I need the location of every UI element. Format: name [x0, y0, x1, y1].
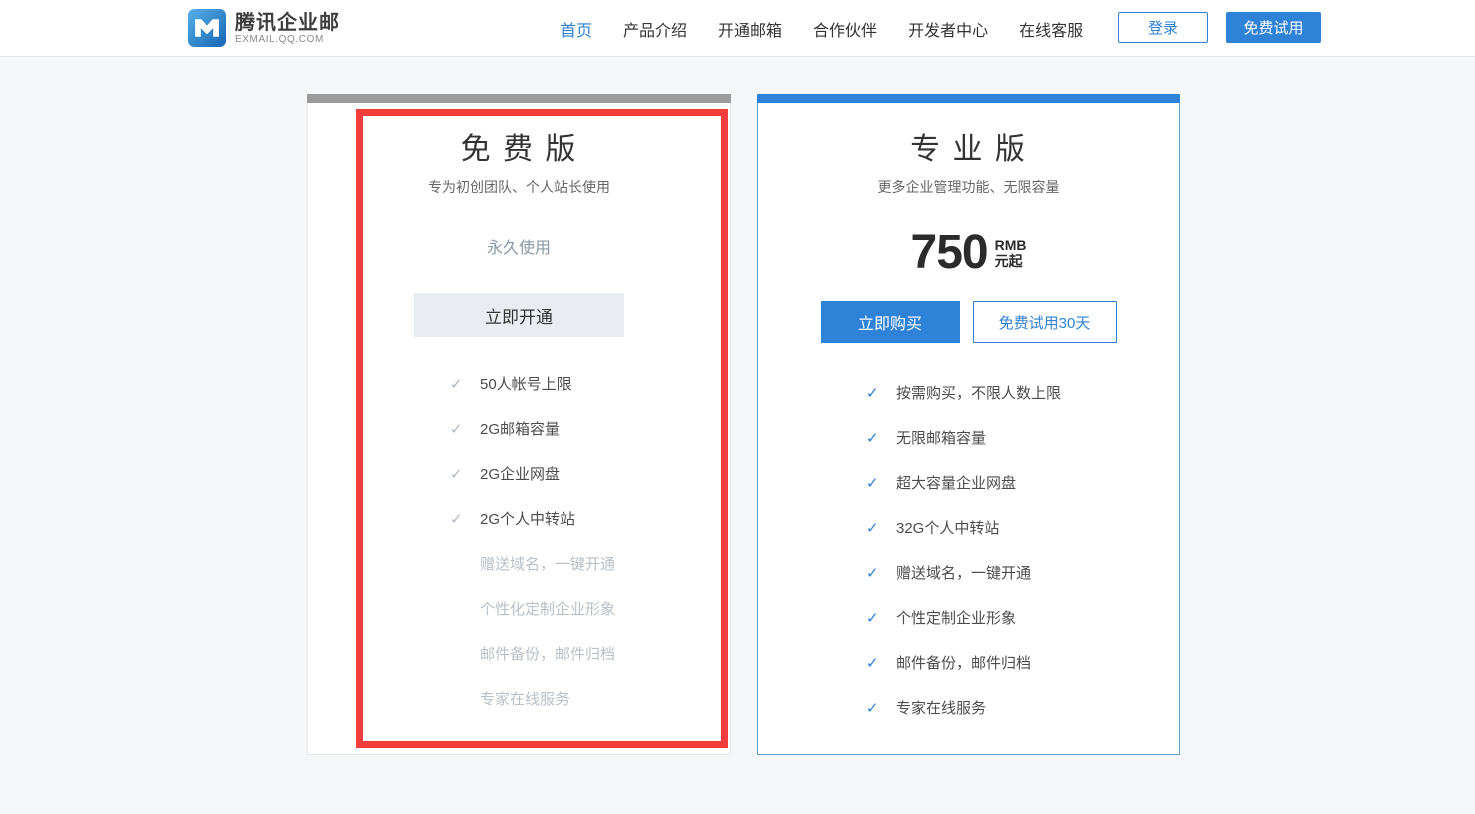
check-icon: ✓	[866, 609, 883, 627]
feature-item-disabled: 邮件备份，邮件归档	[450, 631, 730, 676]
feature-label: 邮件备份，邮件归档	[480, 643, 615, 664]
nav-item[interactable]: 在线客服	[1019, 17, 1083, 41]
pro-plan-title: 专 业 版	[758, 103, 1179, 169]
feature-label: 赠送域名，一键开通	[896, 562, 1031, 583]
feature-item: ✓ 超大容量企业网盘	[866, 460, 1179, 505]
feature-item-disabled: 专家在线服务	[450, 676, 730, 721]
feature-item: ✓ 邮件备份，邮件归档	[866, 640, 1179, 685]
feature-item: ✓ 专家在线服务	[866, 685, 1179, 730]
feature-label: 邮件备份，邮件归档	[896, 652, 1031, 673]
buy-now-button[interactable]: 立即购买	[821, 301, 960, 343]
check-icon: ✓	[866, 654, 883, 672]
check-icon: ✓	[450, 510, 467, 528]
logo-title: 腾讯企业邮	[235, 12, 340, 34]
trial-30days-button[interactable]: 免费试用30天	[973, 301, 1117, 343]
nav-item[interactable]: 合作伙伴	[813, 17, 877, 41]
main-nav: 首页 产品介绍 开通邮箱 合作伙伴 开发者中心 在线客服	[560, 0, 1083, 57]
check-icon: ✓	[866, 384, 883, 402]
free-plan-body: 免 费 版 专为初创团队、个人站长使用 永久使用 立即开通 ✓ 50人帐号上限 …	[307, 103, 731, 755]
price-units: RMB 元起	[995, 237, 1027, 269]
check-icon: ✓	[450, 420, 467, 438]
free-plan-activate-button[interactable]: 立即开通	[414, 293, 624, 337]
feature-label: 按需购买，不限人数上限	[896, 382, 1061, 403]
free-plan-subtitle: 专为初创团队、个人站长使用	[308, 177, 730, 197]
free-plan-top-bar	[307, 94, 731, 103]
feature-label: 2G邮箱容量	[480, 418, 560, 439]
feature-label: 无限邮箱容量	[896, 427, 986, 448]
feature-label: 专家在线服务	[480, 688, 570, 709]
feature-label: 专家在线服务	[896, 697, 986, 718]
feature-item: ✓ 2G个人中转站	[450, 496, 730, 541]
feature-item: ✓ 无限邮箱容量	[866, 415, 1179, 460]
feature-item-disabled: 赠送域名，一键开通	[450, 541, 730, 586]
feature-item: ✓ 50人帐号上限	[450, 361, 730, 406]
feature-label: 2G个人中转站	[480, 508, 575, 529]
logo-subtitle: EXMAIL.QQ.COM	[235, 34, 340, 45]
pro-plan-buttons: 立即购买 免费试用30天	[758, 301, 1179, 343]
login-button[interactable]: 登录	[1118, 12, 1208, 43]
top-header: 腾讯企业邮 EXMAIL.QQ.COM 首页 产品介绍 开通邮箱 合作伙伴 开发者中心 在…	[0, 0, 1475, 57]
pro-plan-subtitle: 更多企业管理功能、无限容量	[758, 177, 1179, 197]
nav-item[interactable]: 开发者中心	[908, 17, 988, 41]
price-value: 750	[911, 227, 988, 279]
nav-item[interactable]: 首页	[560, 17, 592, 41]
feature-label: 个性化定制企业形象	[480, 598, 615, 619]
feature-item: ✓ 32G个人中转站	[866, 505, 1179, 550]
pro-plan-card: 专 业 版 更多企业管理功能、无限容量 750 RMB 元起 立即购买 免费试用…	[757, 94, 1180, 755]
price-currency: RMB	[995, 237, 1027, 253]
feature-item: ✓ 个性定制企业形象	[866, 595, 1179, 640]
feature-item: ✓ 2G企业网盘	[450, 451, 730, 496]
header-actions: 登录 免费试用	[1118, 12, 1321, 43]
feature-label: 赠送域名，一键开通	[480, 553, 615, 574]
free-plan-title: 免 费 版	[308, 103, 730, 169]
nav-item[interactable]: 产品介绍	[623, 17, 687, 41]
check-icon: ✓	[450, 465, 467, 483]
price-unit: 元起	[995, 253, 1027, 269]
check-icon: ✓	[450, 375, 467, 393]
pricing-section: 免 费 版 专为初创团队、个人站长使用 永久使用 立即开通 ✓ 50人帐号上限 …	[0, 57, 1475, 814]
check-icon: ✓	[866, 564, 883, 582]
pro-plan-price: 750 RMB 元起	[758, 227, 1179, 279]
free-plan-excluded-features: 赠送域名，一键开通 个性化定制企业形象 邮件备份，邮件归档 专家在线服务	[450, 541, 730, 721]
feature-item: ✓ 2G邮箱容量	[450, 406, 730, 451]
exmail-logo-icon	[188, 9, 226, 47]
free-plan-price-label: 永久使用	[308, 234, 730, 258]
check-icon: ✓	[866, 474, 883, 492]
feature-label: 超大容量企业网盘	[896, 472, 1016, 493]
check-icon: ✓	[866, 699, 883, 717]
pro-plan-features: ✓ 按需购买，不限人数上限 ✓ 无限邮箱容量 ✓ 超大容量企业网盘 ✓ 32G个…	[866, 370, 1179, 730]
free-trial-button[interactable]: 免费试用	[1226, 12, 1321, 43]
logo-text: 腾讯企业邮 EXMAIL.QQ.COM	[235, 12, 340, 45]
feature-label: 32G个人中转站	[896, 517, 999, 538]
nav-item[interactable]: 开通邮箱	[718, 17, 782, 41]
feature-item: ✓ 按需购买，不限人数上限	[866, 370, 1179, 415]
pro-plan-top-bar	[757, 94, 1180, 103]
feature-item: ✓ 赠送域名，一键开通	[866, 550, 1179, 595]
free-plan-card: 免 费 版 专为初创团队、个人站长使用 永久使用 立即开通 ✓ 50人帐号上限 …	[307, 94, 731, 755]
pro-plan-body: 专 业 版 更多企业管理功能、无限容量 750 RMB 元起 立即购买 免费试用…	[757, 103, 1180, 755]
exmail-logo[interactable]: 腾讯企业邮 EXMAIL.QQ.COM	[188, 9, 340, 47]
feature-label: 个性定制企业形象	[896, 607, 1016, 628]
feature-item-disabled: 个性化定制企业形象	[450, 586, 730, 631]
check-icon: ✓	[866, 519, 883, 537]
feature-label: 2G企业网盘	[480, 463, 560, 484]
feature-label: 50人帐号上限	[480, 373, 572, 394]
free-plan-included-features: ✓ 50人帐号上限 ✓ 2G邮箱容量 ✓ 2G企业网盘 ✓ 2G个人中转站	[450, 361, 730, 541]
check-icon: ✓	[866, 429, 883, 447]
